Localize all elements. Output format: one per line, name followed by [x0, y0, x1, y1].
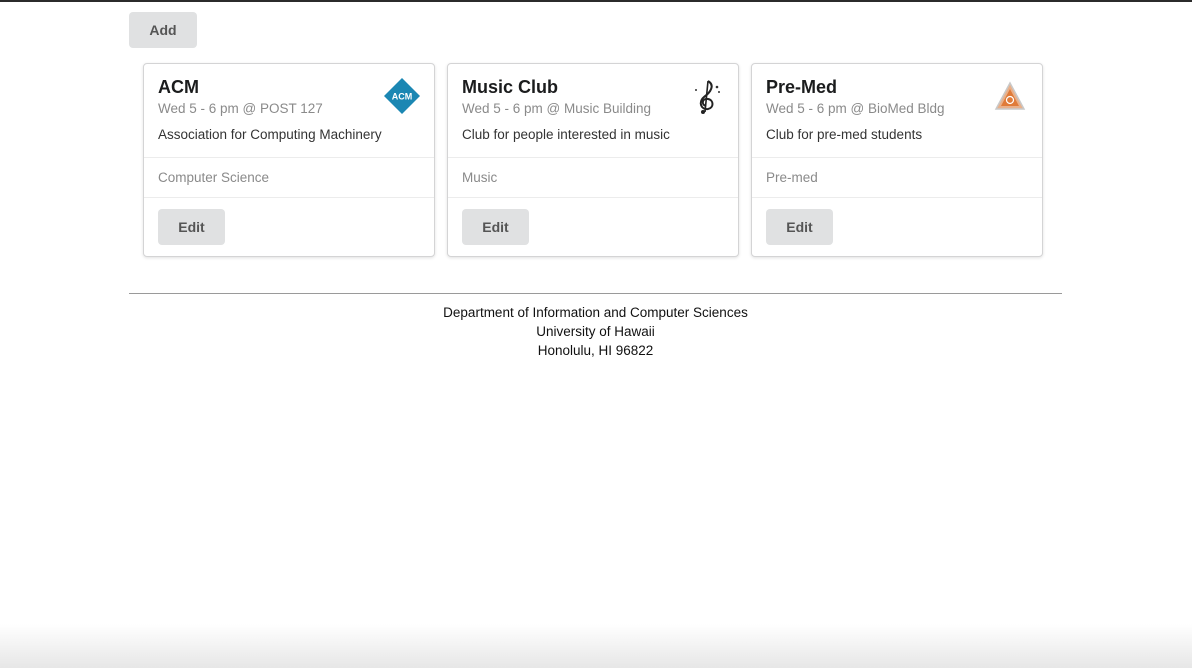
card-title: Music Club: [462, 77, 559, 97]
edit-button[interactable]: Edit: [462, 209, 529, 245]
footer: Department of Information and Computer S…: [129, 303, 1062, 360]
card-title: Pre-Med: [766, 77, 838, 97]
add-button[interactable]: Add: [129, 12, 197, 48]
acm-logo-icon: ACM: [384, 78, 420, 114]
card-content: Music Club Wed 5 - 6 pm @ Music Building…: [448, 64, 738, 157]
card-category: Computer Science: [144, 156, 434, 197]
club-card-premed: Pre-Med Wed 5 - 6 pm @ BioMed Bldg Club …: [751, 63, 1043, 257]
edit-button[interactable]: Edit: [766, 209, 833, 245]
treble-clef-icon: [688, 78, 724, 114]
footer-divider: [129, 293, 1062, 294]
card-actions: Edit: [144, 197, 434, 256]
card-meta: Wed 5 - 6 pm @ POST 127: [158, 101, 323, 116]
card-meta: Wed 5 - 6 pm @ BioMed Bldg: [766, 101, 945, 116]
club-card-music: Music Club Wed 5 - 6 pm @ Music Building…: [447, 63, 739, 257]
card-category: Music: [448, 156, 738, 197]
card-content: ACM ACM Wed 5 - 6 pm @ POST 127 Associat…: [144, 64, 434, 157]
footer-department: Department of Information and Computer S…: [443, 305, 748, 320]
footer-address: Honolulu, HI 96822: [537, 343, 654, 358]
club-card-acm: ACM ACM Wed 5 - 6 pm @ POST 127 Associat…: [143, 63, 435, 257]
club-card-list: ACM ACM Wed 5 - 6 pm @ POST 127 Associat…: [143, 63, 1043, 257]
card-actions: Edit: [448, 197, 738, 256]
premed-triangle-logo-icon: [992, 78, 1028, 114]
card-category: Pre-med: [752, 156, 1042, 197]
card-description: Club for pre-med students: [766, 127, 923, 142]
card-meta: Wed 5 - 6 pm @ Music Building: [462, 101, 652, 116]
card-description: Club for people interested in music: [462, 127, 670, 142]
card-content: Pre-Med Wed 5 - 6 pm @ BioMed Bldg Club …: [752, 64, 1042, 157]
page-bottom-shade: [0, 624, 1192, 668]
card-title: ACM: [158, 77, 199, 97]
card-actions: Edit: [752, 197, 1042, 256]
footer-university: University of Hawaii: [536, 324, 655, 339]
card-description: Association for Computing Machinery: [158, 127, 382, 142]
edit-button[interactable]: Edit: [158, 209, 225, 245]
acm-logo-text: ACM: [392, 92, 413, 102]
